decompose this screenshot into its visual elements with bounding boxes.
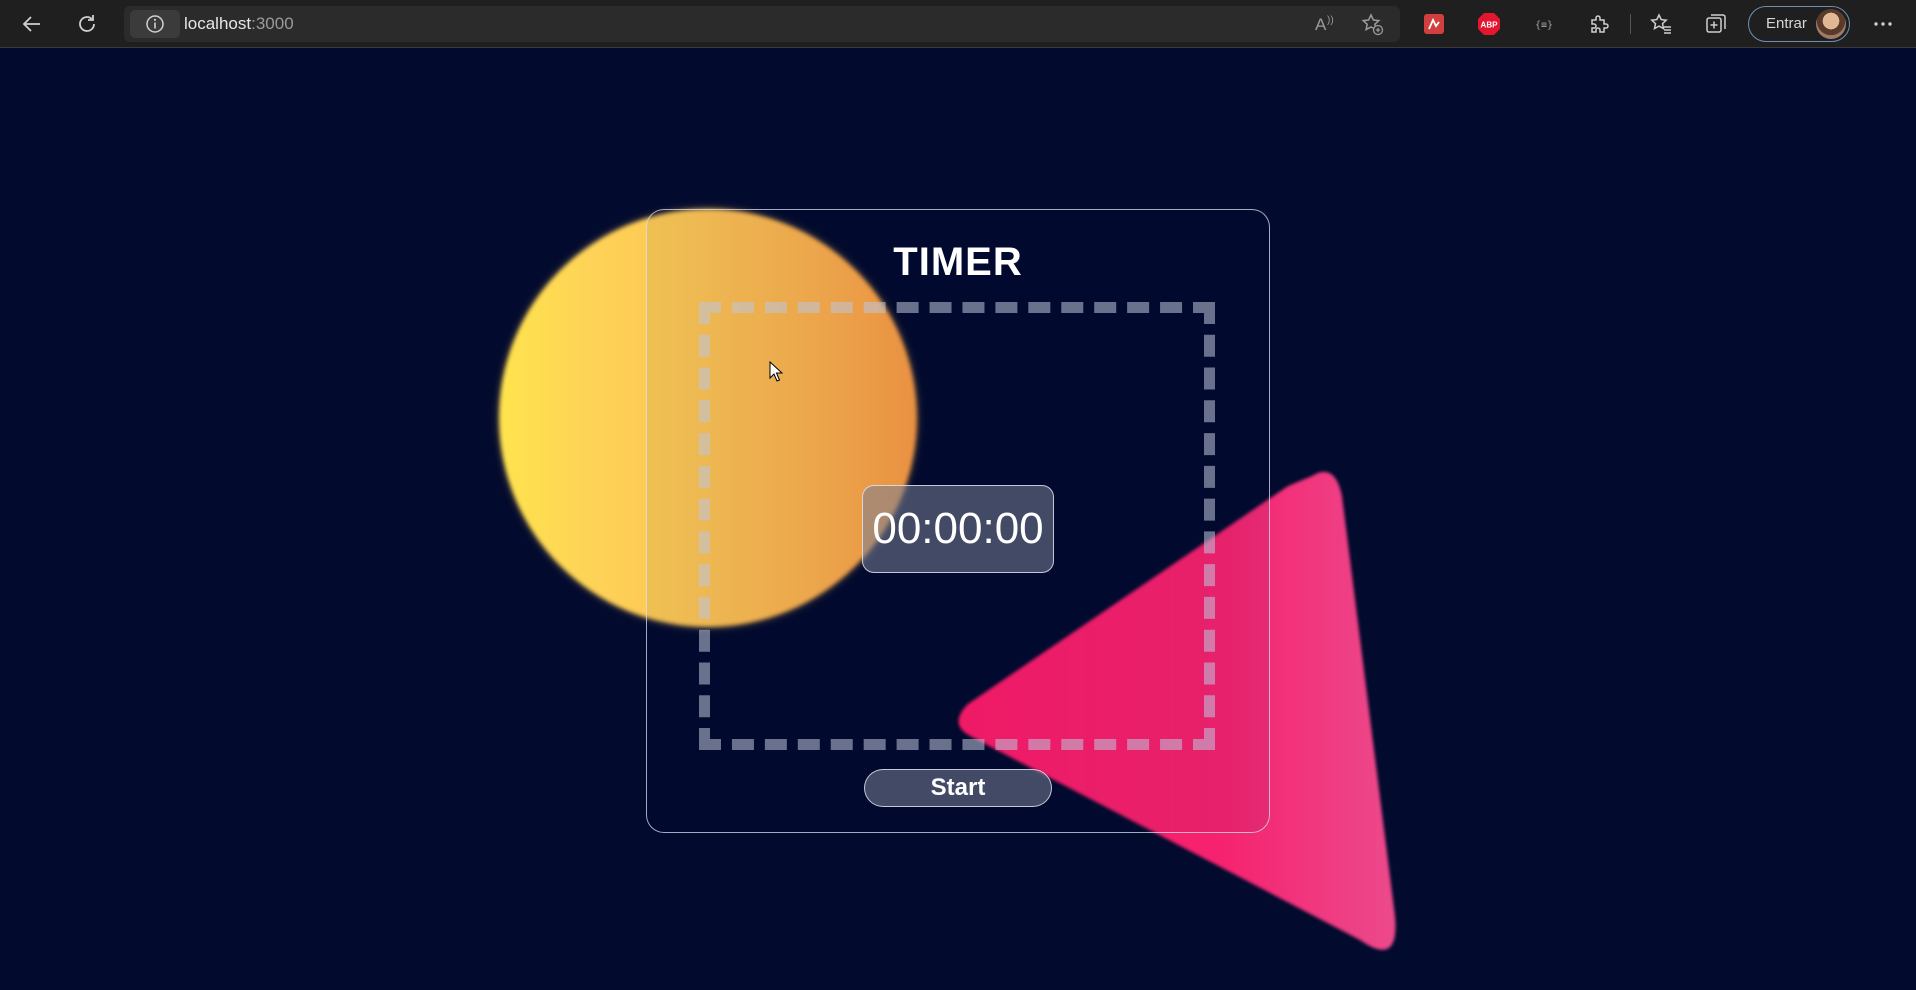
svg-text:{≡}: {≡}: [1535, 20, 1553, 31]
page-viewport: TIMER 00:00:00 Start: [0, 48, 1916, 990]
time-display: 00:00:00: [862, 485, 1054, 573]
extensions-button[interactable]: [1584, 9, 1614, 39]
svg-text:)): )): [1327, 15, 1334, 26]
favorites-button[interactable]: [1646, 9, 1676, 39]
read-aloud-icon: A)): [1315, 15, 1334, 34]
read-aloud-button[interactable]: A)): [1312, 10, 1340, 38]
json-viewer-button[interactable]: {≡}: [1529, 9, 1559, 39]
signin-label: Entrar: [1766, 15, 1807, 32]
back-arrow-icon: [22, 16, 40, 32]
collections-button[interactable]: [1701, 9, 1731, 39]
puzzle-icon: [1591, 15, 1609, 33]
site-info-button[interactable]: [130, 10, 180, 38]
info-icon: [146, 15, 164, 33]
signin-button[interactable]: Entrar: [1748, 6, 1850, 42]
refresh-button[interactable]: [71, 8, 103, 40]
more-menu-button[interactable]: [1868, 9, 1898, 39]
address-bar[interactable]: localhost:3000 A)): [124, 6, 1400, 42]
toolbar-divider: [1630, 14, 1631, 34]
start-button[interactable]: Start: [864, 769, 1052, 807]
favorites-star-icon: [1650, 13, 1671, 34]
adblock-plus-icon: ABP: [1478, 13, 1500, 35]
collections-icon: [1706, 14, 1726, 33]
refresh-icon: [79, 15, 95, 32]
url-port: :3000: [251, 14, 294, 33]
svg-text:A: A: [1315, 15, 1327, 34]
svg-text:ABP: ABP: [1481, 21, 1499, 30]
url-host: localhost: [184, 14, 252, 33]
browser-toolbar: localhost:3000 A)) ABP {≡} Entrar: [0, 0, 1916, 48]
mouse-cursor-icon: [769, 361, 784, 382]
json-viewer-icon: {≡}: [1535, 20, 1553, 31]
adblock-plus-button[interactable]: ABP: [1474, 9, 1504, 39]
more-dots-icon: [1874, 22, 1892, 26]
back-button[interactable]: [16, 8, 48, 40]
star-add-icon: [1361, 13, 1384, 36]
clipper-extension-icon: [1424, 14, 1444, 34]
avatar: [1816, 9, 1846, 39]
timer-title: TIMER: [893, 240, 1023, 284]
timer-card: TIMER 00:00:00 Start: [646, 209, 1270, 833]
add-favorite-button[interactable]: [1358, 10, 1386, 38]
clipper-extension-button[interactable]: [1419, 9, 1449, 39]
url-text[interactable]: localhost:3000: [184, 6, 294, 42]
